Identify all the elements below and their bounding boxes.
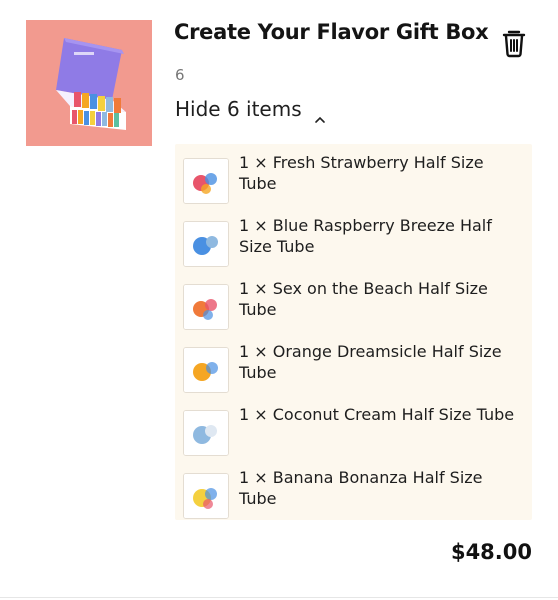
product-image <box>26 20 152 146</box>
trash-icon[interactable] <box>500 28 528 58</box>
list-item: 1 × Coconut Cream Half Size Tube <box>183 404 528 464</box>
item-image <box>183 158 229 204</box>
item-image <box>183 410 229 456</box>
product-quantity: 6 <box>175 66 185 84</box>
toggle-label: Hide 6 items <box>175 97 302 121</box>
list-item: 1 × Blue Raspberry Breeze Half Size Tube <box>183 215 528 275</box>
list-item: 1 × Fresh Strawberry Half Size Tube <box>183 152 528 212</box>
item-image <box>183 284 229 330</box>
item-label: 1 × Coconut Cream Half Size Tube <box>239 405 515 424</box>
item-label: 1 × Sex on the Beach Half Size Tube <box>239 279 488 319</box>
item-label: 1 × Blue Raspberry Breeze Half Size Tube <box>239 216 492 256</box>
chevron-up-icon <box>314 105 326 123</box>
item-label: 1 × Orange Dreamsicle Half Size Tube <box>239 342 502 382</box>
hide-items-toggle[interactable]: Hide 6 items <box>175 97 326 123</box>
product-title: Create Your Flavor Gift Box <box>174 20 489 44</box>
list-item: 1 × Sex on the Beach Half Size Tube <box>183 278 528 338</box>
item-label: 1 × Fresh Strawberry Half Size Tube <box>239 153 484 193</box>
item-image <box>183 221 229 267</box>
item-image <box>183 473 229 519</box>
list-item: 1 × Banana Bonanza Half Size Tube <box>183 467 528 527</box>
items-list: 1 × Fresh Strawberry Half Size Tube 1 × … <box>175 144 532 520</box>
list-item: 1 × Orange Dreamsicle Half Size Tube <box>183 341 528 401</box>
divider <box>0 597 558 598</box>
item-label: 1 × Banana Bonanza Half Size Tube <box>239 468 483 508</box>
total-price: $48.00 <box>450 540 532 564</box>
item-image <box>183 347 229 393</box>
